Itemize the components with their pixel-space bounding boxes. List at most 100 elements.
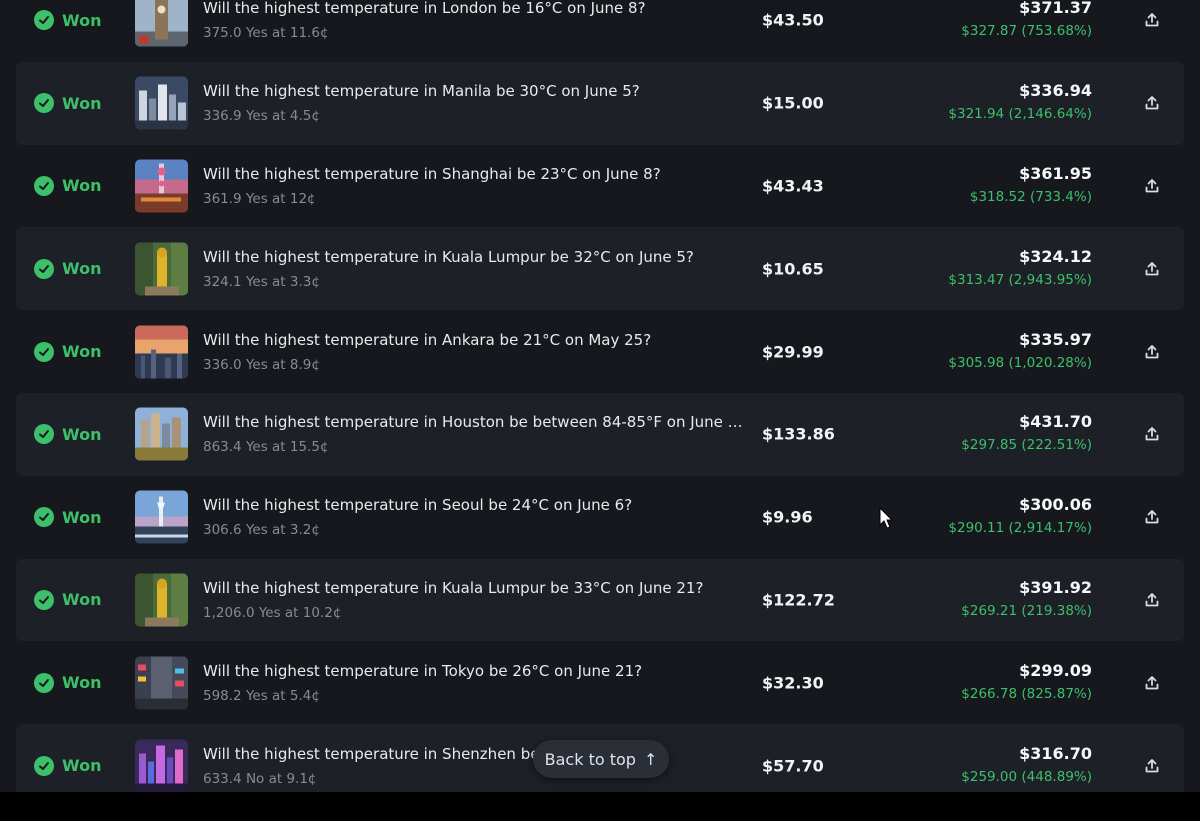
arrow-up-icon: ↑ xyxy=(643,749,658,769)
shares-detail: 375.0 Yes at 11.6¢ xyxy=(203,25,329,42)
status-badge: Won xyxy=(34,672,102,693)
market-question-link[interactable]: Will the highest temperature in Shanghai… xyxy=(203,164,755,184)
position-row[interactable]: Won Will the highest temperature in Anka… xyxy=(16,310,1184,393)
status-label: Won xyxy=(62,590,102,610)
london-big-ben-image[interactable] xyxy=(135,0,188,47)
market-question-link[interactable]: Will the highest temperature in Houston … xyxy=(203,412,755,432)
status-badge: Won xyxy=(34,258,101,279)
market-question-link[interactable]: Will the highest temperature in London b… xyxy=(203,0,755,18)
market-question-link[interactable]: Will the highest temperature in Kuala Lu… xyxy=(203,247,755,267)
share-button[interactable] xyxy=(1138,255,1166,283)
check-circle-icon xyxy=(34,93,54,114)
profit-value: $259.00 (448.89%) xyxy=(961,768,1092,785)
cost-value: $29.99 xyxy=(762,342,824,362)
position-row[interactable]: Won Will the highest temperature in Kual… xyxy=(16,227,1184,311)
shares-detail: 598.2 Yes at 5.4¢ xyxy=(203,687,320,704)
share-button[interactable] xyxy=(1138,338,1166,366)
status-badge: Won xyxy=(34,755,102,776)
current-value: $371.37 xyxy=(1019,0,1092,18)
shares-detail: 336.9 Yes at 4.5¢ xyxy=(203,108,320,125)
status-label: Won xyxy=(62,756,102,776)
status-badge: Won xyxy=(34,10,101,31)
shares-detail: 863.4 Yes at 15.5¢ xyxy=(203,439,329,456)
profit-value: $327.87 (753.68%) xyxy=(961,23,1092,40)
current-value: $324.12 xyxy=(1019,246,1092,266)
share-button[interactable] xyxy=(1138,503,1166,531)
shares-detail: 361.9 Yes at 12¢ xyxy=(203,190,316,207)
share-upload-icon xyxy=(1145,593,1159,607)
market-question-link[interactable]: Will the highest temperature in Kuala Lu… xyxy=(203,578,755,598)
status-label: Won xyxy=(62,342,102,362)
position-row[interactable]: Won Will the highest temperature in Shan… xyxy=(16,144,1184,228)
current-value: $391.92 xyxy=(1019,577,1092,597)
market-question-link[interactable]: Will the highest temperature in Seoul be… xyxy=(203,495,755,515)
position-row[interactable]: Won Will the highest temperature in Lond… xyxy=(16,0,1184,62)
market-question-link[interactable]: Will the highest temperature in Shenzhen… xyxy=(203,744,755,764)
share-upload-icon xyxy=(1145,510,1159,524)
status-label: Won xyxy=(62,507,102,527)
tokyo-street-image[interactable] xyxy=(135,656,188,710)
status-badge: Won xyxy=(34,424,101,445)
cost-value: $43.50 xyxy=(762,10,824,30)
position-row[interactable]: Won Will the highest temperature in Toky… xyxy=(16,641,1184,725)
check-circle-icon xyxy=(34,589,54,610)
share-button[interactable] xyxy=(1138,669,1166,697)
back-to-top-button[interactable]: Back to top ↑ xyxy=(533,740,669,778)
share-upload-icon xyxy=(1145,675,1159,690)
positions-list: Won Will the highest temperature in Lond… xyxy=(16,0,1184,792)
current-value: $335.97 xyxy=(1019,329,1092,349)
cost-value: $15.00 xyxy=(762,93,824,113)
share-upload-icon xyxy=(1145,13,1159,27)
cost-value: $133.86 xyxy=(762,424,835,444)
positions-viewport: Won Will the highest temperature in Lond… xyxy=(0,0,1200,792)
share-button[interactable] xyxy=(1138,420,1166,448)
shanghai-tower-image[interactable] xyxy=(135,159,188,213)
ankara-sunset-image[interactable] xyxy=(135,325,188,379)
cost-value: $9.96 xyxy=(762,507,813,527)
shares-detail: 336.0 Yes at 8.9¢ xyxy=(203,356,320,373)
position-row[interactable]: Won Will the highest temperature in Kual… xyxy=(16,558,1184,642)
position-row[interactable]: Won Will the highest temperature in Seou… xyxy=(16,475,1184,559)
cost-value: $122.72 xyxy=(762,590,835,610)
profit-value: $305.98 (1,020.28%) xyxy=(948,354,1092,371)
share-button[interactable] xyxy=(1138,172,1166,200)
share-upload-icon xyxy=(1145,179,1159,193)
status-badge: Won xyxy=(34,589,102,610)
share-button[interactable] xyxy=(1138,586,1166,614)
share-button[interactable] xyxy=(1138,89,1166,117)
cost-value: $32.30 xyxy=(762,673,824,693)
shenzhen-night-image[interactable] xyxy=(135,739,188,792)
share-button[interactable] xyxy=(1138,6,1166,34)
profit-value: $321.94 (2,146.64%) xyxy=(948,106,1092,123)
position-row[interactable]: Won Will the highest temperature in Mani… xyxy=(16,61,1184,145)
profit-value: $266.78 (825.87%) xyxy=(961,685,1092,702)
status-label: Won xyxy=(62,93,102,113)
share-button[interactable] xyxy=(1138,752,1166,780)
check-circle-icon xyxy=(34,672,54,693)
market-question-link[interactable]: Will the highest temperature in Ankara b… xyxy=(203,330,755,350)
shares-detail: 324.1 Yes at 3.3¢ xyxy=(203,273,320,290)
shares-detail: 633.4 No at 9.1¢ xyxy=(203,770,317,787)
status-badge: Won xyxy=(34,175,101,196)
check-circle-icon xyxy=(34,10,54,31)
status-badge: Won xyxy=(34,341,102,362)
kuala-lumpur-statue-image[interactable] xyxy=(135,573,188,627)
status-label: Won xyxy=(62,673,102,693)
back-to-top-label: Back to top xyxy=(544,749,636,769)
position-row[interactable]: Won Will the highest temperature in Hous… xyxy=(16,392,1184,476)
manila-skyline-image[interactable] xyxy=(135,76,188,130)
check-circle-icon xyxy=(34,755,54,776)
cost-value: $10.65 xyxy=(762,259,824,279)
market-question-link[interactable]: Will the highest temperature in Manila b… xyxy=(203,81,755,101)
status-badge: Won xyxy=(34,93,102,114)
current-value: $316.70 xyxy=(1019,743,1092,763)
seoul-tower-image[interactable] xyxy=(135,490,188,544)
share-upload-icon xyxy=(1145,96,1159,110)
check-circle-icon xyxy=(34,258,54,279)
houston-skyline-image[interactable] xyxy=(135,407,188,461)
market-question-link[interactable]: Will the highest temperature in Tokyo be… xyxy=(203,661,755,681)
mouse-cursor-icon xyxy=(879,507,894,529)
current-value: $361.95 xyxy=(1019,163,1092,183)
kuala-lumpur-statue-image[interactable] xyxy=(135,242,188,296)
current-value: $299.09 xyxy=(1019,660,1092,680)
